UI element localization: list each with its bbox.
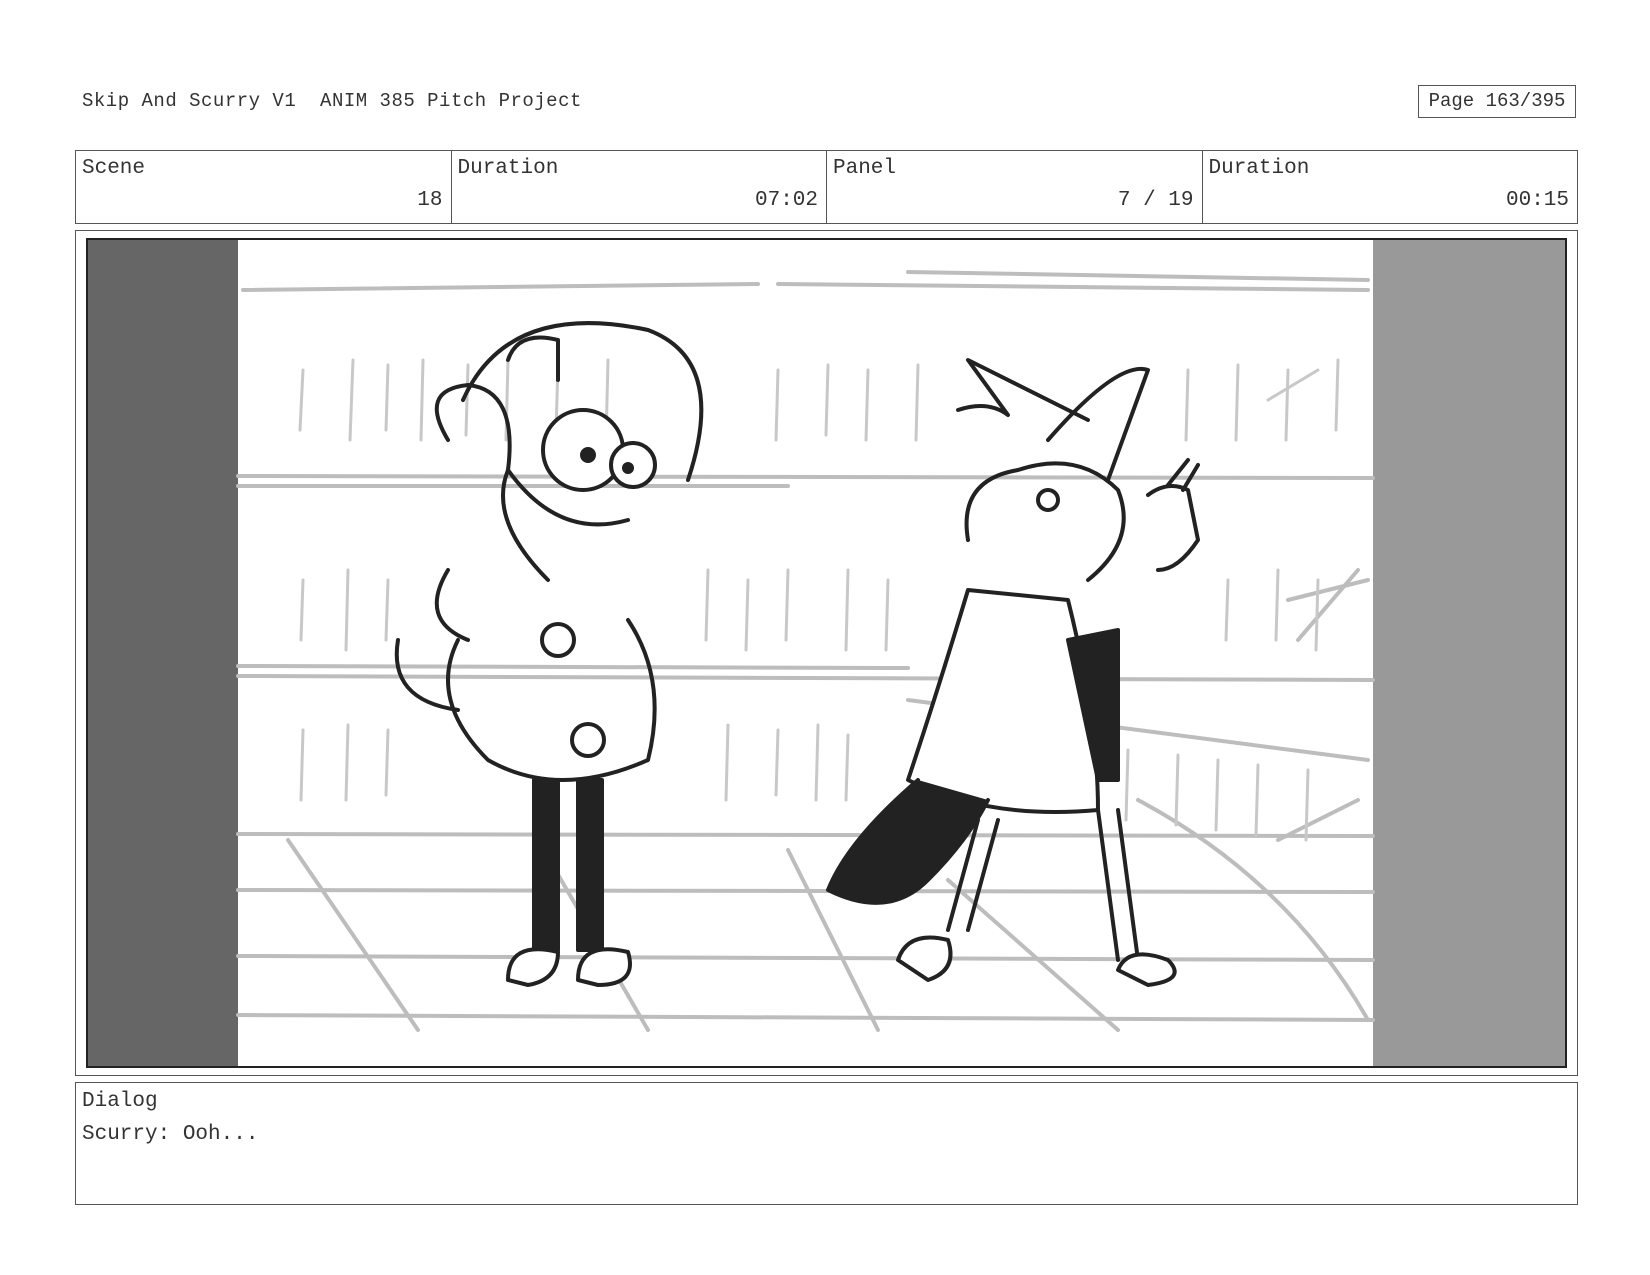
panel-duration-cell: Duration 00:15 <box>1203 151 1578 223</box>
page-indicator: Page 163/395 <box>1418 85 1576 118</box>
dialog-label: Dialog <box>82 1090 158 1113</box>
panel-info-row: Scene 18 Duration 07:02 Panel 7 / 19 Dur… <box>75 150 1578 224</box>
panel-cell: Panel 7 / 19 <box>827 151 1203 223</box>
storyboard-panel-frame <box>75 230 1578 1076</box>
character-skip <box>394 321 704 987</box>
scene-cell: Scene 18 <box>76 151 452 223</box>
letterbox-left <box>88 240 238 1066</box>
scene-value: 18 <box>417 189 443 212</box>
scene-duration-label: Duration <box>457 157 559 180</box>
scene-duration-cell: Duration 07:02 <box>452 151 827 223</box>
panel-duration-label: Duration <box>1208 157 1310 180</box>
dialog-text: Scurry: Ooh... <box>82 1123 259 1146</box>
panel-value: 7 / 19 <box>1117 189 1194 212</box>
scene-label: Scene <box>82 157 146 180</box>
storyboard-panel-image <box>86 238 1567 1068</box>
panel-label: Panel <box>833 157 897 180</box>
panel-duration-value: 00:15 <box>1505 189 1569 212</box>
document-title: Skip And Scurry V1 ANIM 385 Pitch Projec… <box>82 90 582 112</box>
letterbox-right <box>1373 240 1565 1066</box>
scene-duration-value: 07:02 <box>754 189 818 212</box>
dialog-box: Dialog Scurry: Ooh... <box>75 1082 1578 1205</box>
shelf-books <box>298 358 1340 842</box>
background-sketch <box>236 270 1375 1032</box>
storyboard-sketch-icon <box>88 240 1565 1066</box>
